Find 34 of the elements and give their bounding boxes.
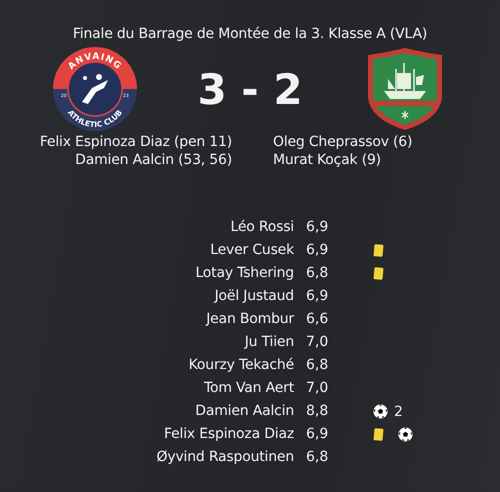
booking-card-icon: [373, 428, 384, 441]
booking-card-icon: [373, 244, 384, 257]
player-rating: 6,9: [306, 287, 330, 306]
player-rating: 6,8: [306, 448, 330, 467]
player-rating: 6,8: [306, 356, 330, 375]
away-scorer: Murat Koçak (9): [273, 152, 382, 168]
player-name: Jean Bombur: [204, 310, 294, 329]
soccer-ball-icon: [398, 427, 413, 442]
player-name: Felix Espinoza Diaz: [163, 425, 294, 444]
away-scorer: Oleg Cheprassov (6): [273, 134, 414, 150]
player-name: Léo Rossi: [229, 218, 294, 237]
player-name: Joël Justaud: [212, 287, 294, 306]
player-rating: 6,9: [306, 218, 330, 237]
home-scorer: Damien Aalcin (53, 56): [74, 152, 232, 168]
player-name: Lever Cusek: [209, 241, 294, 260]
player-rating: 7,0: [306, 333, 330, 352]
home-scorer: Felix Espinoza Diaz (pen 11): [38, 134, 232, 150]
player-rating: 6,9: [306, 425, 330, 444]
player-name: Tom Van Aert: [202, 379, 294, 398]
player-rating: 6,6: [306, 310, 330, 329]
competition-title: Finale du Barrage de Montée de la 3. Klasse A (VLA): [72, 26, 428, 42]
player-rating: 6,9: [306, 241, 330, 260]
player-rating: 8,8: [306, 402, 330, 421]
player-rating: 6,8: [306, 264, 330, 283]
player-name: Øyvind Raspoutinen: [156, 448, 294, 467]
player-rating: 7,0: [306, 379, 330, 398]
booking-card-icon: [373, 267, 384, 280]
match-score: 3 - 2: [197, 64, 303, 114]
soccer-ball-icon: [373, 404, 388, 419]
player-name: Kourzy Tekaché: [188, 356, 294, 375]
player-name: Ju Tiien: [243, 333, 294, 352]
player-name: Lotay Tshering: [194, 264, 294, 283]
player-name: Damien Aalcin: [194, 402, 294, 421]
goal-count: 2: [394, 404, 403, 420]
